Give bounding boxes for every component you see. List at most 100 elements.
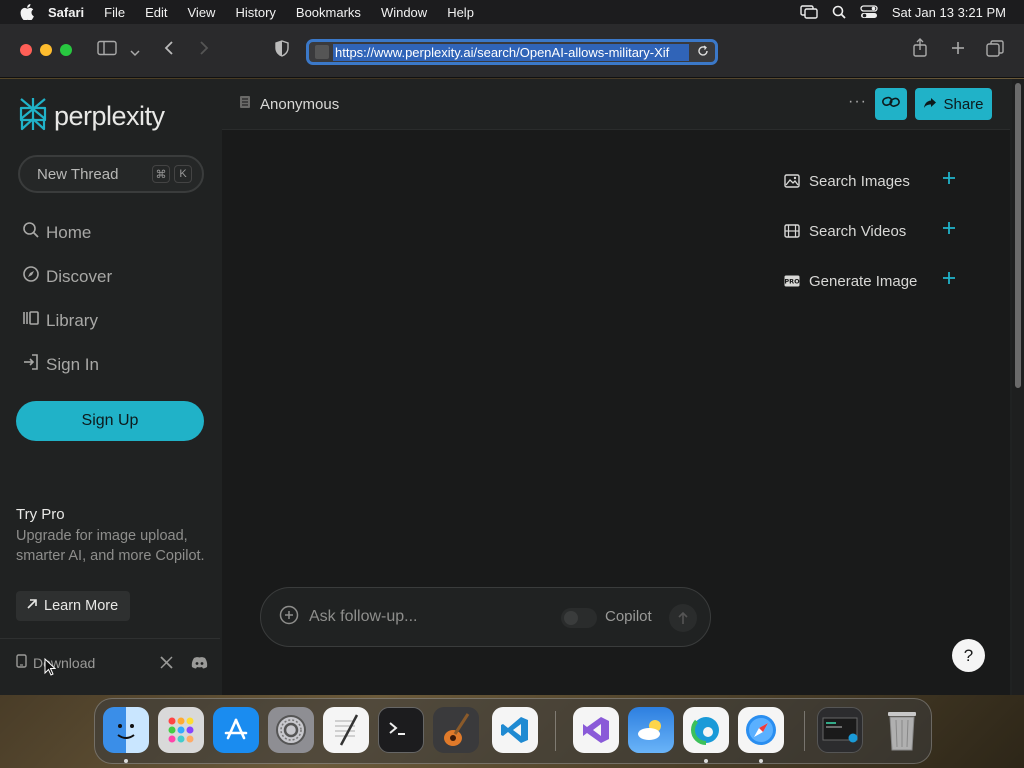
spotlight-search-icon[interactable]	[832, 5, 846, 19]
new-thread-label: New Thread	[37, 165, 119, 183]
close-window-button[interactable]	[20, 44, 32, 56]
plus-icon[interactable]	[942, 221, 956, 235]
svg-text:PRO: PRO	[784, 278, 800, 286]
learn-more-label: Learn More	[44, 598, 119, 614]
device-icon	[16, 654, 33, 671]
sidebar-item-discover[interactable]: Discover	[22, 265, 112, 288]
zoom-window-button[interactable]	[60, 44, 72, 56]
dock-trash-icon[interactable]	[879, 707, 925, 753]
copilot-toggle[interactable]	[561, 608, 597, 628]
menu-history[interactable]: History	[235, 5, 275, 20]
search-videos-button[interactable]: Search Videos	[784, 217, 964, 245]
running-indicator	[704, 759, 708, 763]
discord-icon[interactable]	[191, 656, 208, 674]
learn-more-button[interactable]: Learn More	[16, 591, 130, 621]
sidebar-item-sign-in[interactable]: Sign In	[22, 353, 99, 376]
generate-image-button[interactable]: PRO Generate Image	[784, 267, 964, 295]
running-indicator	[124, 759, 128, 763]
screen-mirroring-icon[interactable]	[800, 5, 818, 19]
share-button[interactable]: Share	[915, 88, 992, 120]
menu-window[interactable]: Window	[381, 5, 427, 20]
arrow-up-icon	[678, 611, 688, 624]
search-videos-label: Search Videos	[809, 222, 907, 240]
privacy-shield-icon[interactable]	[275, 40, 289, 62]
plus-icon[interactable]	[942, 271, 956, 285]
search-images-label: Search Images	[809, 172, 910, 190]
menu-bookmarks[interactable]: Bookmarks	[296, 5, 361, 20]
cmd-key: ⌘	[152, 165, 170, 183]
sign-up-button[interactable]: Sign Up	[16, 401, 204, 441]
help-button[interactable]: ?	[952, 639, 985, 672]
menu-file[interactable]: File	[104, 5, 125, 20]
dock-visual-studio-icon[interactable]	[573, 707, 619, 753]
browser-toolbar: https://www.perplexity.ai/search/OpenAI-…	[0, 24, 1024, 78]
thread-header: Anonymous ··· Share	[222, 79, 1010, 130]
anonymous-label: Anonymous	[260, 95, 340, 113]
try-pro-title: Try Pro	[16, 506, 65, 523]
ask-input[interactable]: Ask follow-up...	[309, 608, 417, 626]
submit-button[interactable]	[669, 604, 697, 632]
address-bar[interactable]: https://www.perplexity.ai/search/OpenAI-…	[306, 39, 718, 65]
film-icon	[784, 224, 800, 238]
copilot-label: Copilot	[605, 608, 652, 625]
sidebar-toggle-icon[interactable]	[97, 40, 117, 61]
try-pro-description: Upgrade for image upload, smarter AI, an…	[16, 528, 205, 564]
forward-icon[interactable]	[198, 40, 210, 61]
new-thread-button[interactable]: New Thread ⌘ K	[18, 155, 204, 193]
sidebar-item-home[interactable]: Home	[22, 221, 91, 244]
plus-icon[interactable]	[942, 171, 956, 185]
chevron-down-icon[interactable]	[130, 44, 140, 62]
back-icon[interactable]	[163, 40, 175, 61]
reload-icon[interactable]	[697, 44, 709, 60]
dock-launchpad-icon[interactable]	[158, 707, 204, 753]
menubar-clock[interactable]: Sat Jan 13 3:21 PM	[892, 5, 1006, 20]
control-center-icon[interactable]	[860, 5, 878, 19]
url-text[interactable]: https://www.perplexity.ai/search/OpenAI-…	[333, 43, 689, 61]
copy-link-button[interactable]	[875, 88, 907, 120]
tab-overview-icon[interactable]	[986, 40, 1004, 62]
k-key: K	[174, 165, 192, 183]
generate-image-label: Generate Image	[809, 272, 918, 290]
web-page: perplexity New Thread ⌘ K Home Discover	[0, 79, 1024, 695]
anonymous-user: Anonymous	[238, 95, 339, 113]
dock-finder-icon[interactable]	[103, 707, 149, 753]
dock-separator	[804, 711, 805, 751]
dock-weather-icon[interactable]	[628, 707, 674, 753]
minimize-window-button[interactable]	[40, 44, 52, 56]
x-twitter-icon[interactable]	[160, 656, 173, 674]
running-indicator	[759, 759, 763, 763]
dock-edge-icon[interactable]	[683, 707, 729, 753]
dock-vscode-icon[interactable]	[492, 707, 538, 753]
apple-menu-icon[interactable]	[20, 4, 34, 20]
dock-separator	[555, 711, 556, 751]
search-images-button[interactable]: Search Images	[784, 167, 964, 195]
arrow-up-right-icon	[26, 598, 44, 614]
attach-plus-icon[interactable]	[279, 605, 299, 630]
dock-garageband-icon[interactable]	[433, 707, 479, 753]
sidebar-item-library[interactable]: Library	[22, 309, 98, 332]
ask-follow-up-bar[interactable]: Ask follow-up... Copilot	[260, 587, 711, 647]
more-options-icon[interactable]: ···	[848, 93, 867, 111]
dock-textedit-icon[interactable]	[323, 707, 369, 753]
menu-view[interactable]: View	[188, 5, 216, 20]
new-tab-icon[interactable]	[950, 40, 966, 61]
share-icon[interactable]	[912, 38, 928, 63]
menu-help[interactable]: Help	[447, 5, 474, 20]
dock-screenshot-icon[interactable]	[817, 707, 863, 753]
menu-app-name[interactable]: Safari	[48, 5, 84, 20]
dock-app-store-icon[interactable]	[213, 707, 259, 753]
search-icon	[22, 221, 46, 244]
dock-terminal-icon[interactable]	[378, 707, 424, 753]
keyboard-shortcut: ⌘ K	[152, 165, 192, 183]
scrollbar-thumb[interactable]	[1015, 83, 1021, 388]
perplexity-logo[interactable]: perplexity	[18, 97, 165, 136]
logo-wordmark: perplexity	[54, 101, 165, 131]
menu-edit[interactable]: Edit	[145, 5, 167, 20]
page-scrollbar[interactable]	[1012, 79, 1024, 695]
menu-bar: Safari File Edit View History Bookmarks …	[0, 0, 1024, 24]
sidebar-item-label: Library	[46, 310, 98, 330]
dock-system-settings-icon[interactable]	[268, 707, 314, 753]
sign-in-icon	[22, 353, 46, 376]
download-label: Download	[33, 654, 96, 671]
dock-safari-icon[interactable]	[738, 707, 784, 753]
